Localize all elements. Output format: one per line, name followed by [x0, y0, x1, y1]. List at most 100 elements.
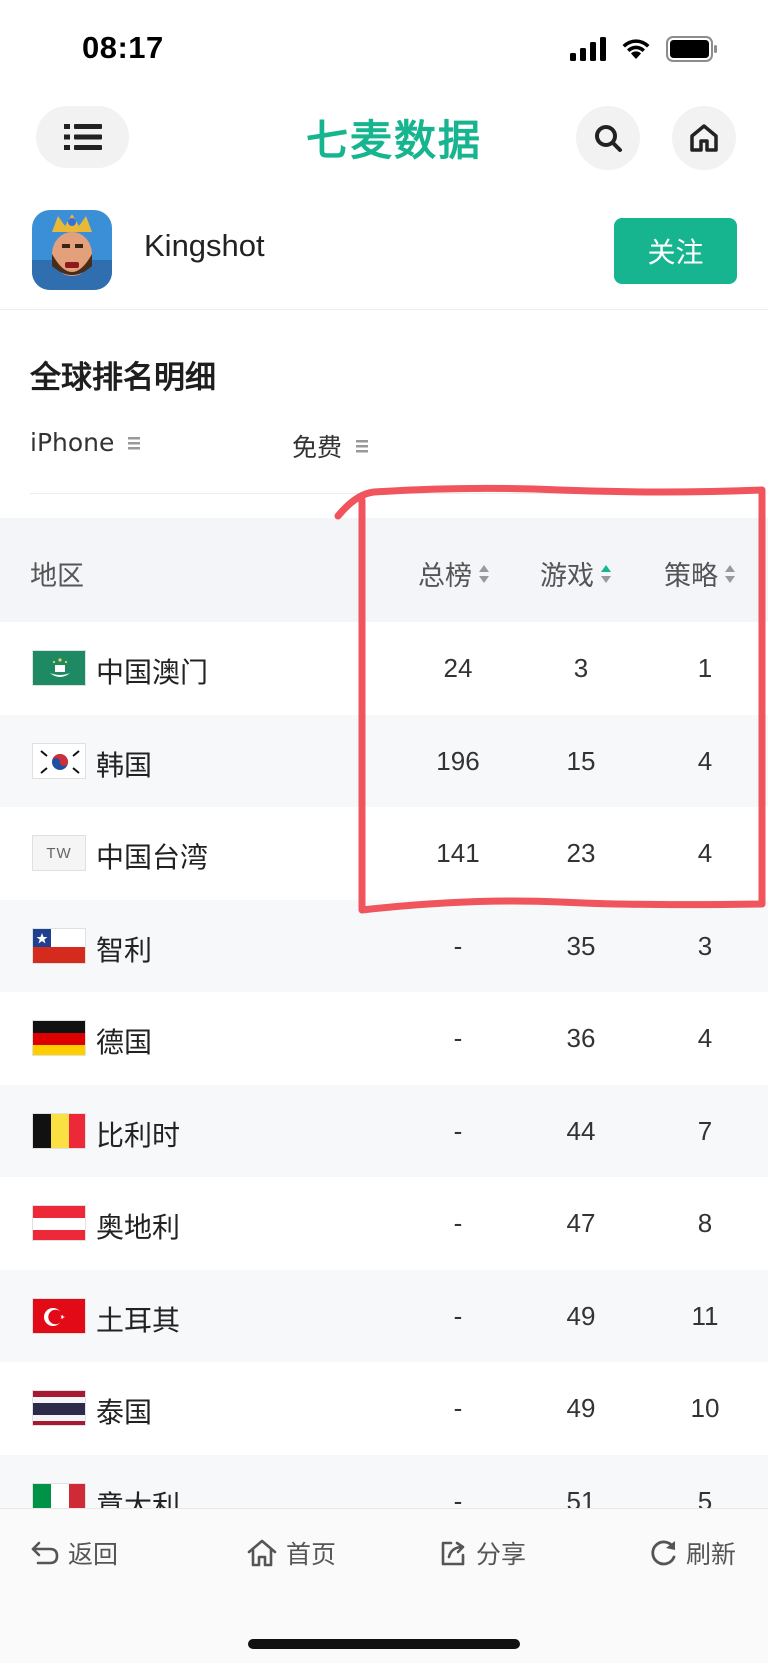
column-header-game[interactable]: 游戏: [540, 554, 612, 593]
refresh-icon: [651, 1540, 676, 1566]
column-header-game-label: 游戏: [540, 561, 594, 592]
total-rank: -: [453, 1023, 463, 1053]
table-row[interactable]: 奥地利 - 47 8: [0, 1177, 768, 1270]
home-label: 首页: [286, 1540, 337, 1569]
total-rank: -: [453, 1300, 463, 1331]
total-rank: -: [453, 1208, 463, 1238]
game-rank: 23: [566, 838, 596, 868]
table-row[interactable]: 韩国 196 15 4: [0, 714, 768, 807]
search-icon: [595, 125, 622, 152]
follow-button[interactable]: 关注: [614, 218, 737, 284]
sort-active-icon: [601, 564, 611, 583]
battery-icon: [666, 36, 717, 62]
total-rank: -: [453, 930, 463, 961]
strategy-rank: 8: [697, 1208, 713, 1238]
device-filter[interactable]: iPhone: [30, 428, 141, 457]
type-filter[interactable]: 免费: [292, 428, 369, 464]
flag-korea-icon: [32, 742, 86, 779]
region-name: 智利: [96, 933, 153, 967]
strategy-rank: 10: [690, 1393, 720, 1423]
game-rank: 49: [566, 1393, 596, 1423]
home-button[interactable]: [672, 106, 736, 170]
region-name: 土耳其: [96, 1303, 181, 1337]
flag-germany-icon: [32, 1020, 86, 1056]
table-row[interactable]: 土耳其 - 49 11: [0, 1269, 768, 1362]
column-header-total-label: 总榜: [418, 561, 472, 592]
bottom-toolbar: 返回 首页 分享 刷新: [0, 1508, 768, 1663]
total-rank: 196: [436, 745, 480, 776]
game-rank: 35: [566, 930, 596, 961]
region-name: 奥地利: [96, 1211, 181, 1244]
strategy-rank: 4: [697, 1023, 713, 1053]
column-header-region: 地区: [30, 554, 84, 593]
search-button[interactable]: [576, 106, 640, 170]
game-rank: 15: [566, 745, 596, 776]
strategy-rank: 1: [697, 653, 713, 683]
game-rank: 49: [566, 1300, 596, 1331]
home-icon: [247, 1539, 277, 1567]
device-filter-label: iPhone: [30, 428, 115, 457]
region-name: 中国澳门: [96, 656, 209, 689]
status-bar: 08:17: [0, 0, 768, 100]
back-label: 返回: [68, 1540, 119, 1569]
column-header-region-label: 地区: [30, 561, 84, 592]
region-name: 比利时: [96, 1118, 181, 1152]
strategy-rank: 7: [697, 1115, 713, 1146]
share-icon: [441, 1541, 465, 1566]
region-name: 泰国: [96, 1396, 153, 1429]
wifi-icon: [622, 39, 650, 59]
table-row[interactable]: 泰国 - 49 10: [0, 1362, 768, 1455]
total-rank: -: [453, 1393, 463, 1423]
game-rank: 44: [566, 1115, 596, 1146]
table-row[interactable]: 德国 - 36 4: [0, 992, 768, 1085]
strategy-rank: 4: [697, 745, 713, 776]
filter-lines-icon: [128, 436, 141, 449]
region-name: 韩国: [96, 748, 153, 782]
refresh-button[interactable]: 刷新: [648, 1535, 736, 1571]
status-time: 08:17: [82, 30, 164, 65]
share-button[interactable]: 分享: [438, 1535, 526, 1571]
nav-bar: 七麦数据: [0, 104, 768, 172]
share-label: 分享: [476, 1540, 527, 1569]
flag-turkey-icon: [32, 1297, 86, 1334]
game-rank: 36: [566, 1023, 596, 1053]
table-row[interactable]: 智利 - 35 3: [0, 899, 768, 992]
back-arrow-icon: [31, 1541, 59, 1565]
brand-logo[interactable]: 七麦数据: [296, 112, 492, 165]
table-header: 地区 总榜 游戏 策略: [0, 518, 768, 622]
table-body: 中国澳门 24 3 1 韩国 196 15 4 TW 中国台湾 141 23 4 智利 - 35 3 德国 - 36 4…: [0, 622, 768, 1547]
kingshot-icon: [32, 210, 112, 290]
section-title: 全球排名明细: [30, 360, 216, 396]
table-row[interactable]: TW 中国台湾 141 23 4: [0, 807, 768, 900]
back-button[interactable]: 返回: [30, 1535, 118, 1571]
total-rank: -: [453, 1115, 463, 1146]
region-name: 德国: [96, 1026, 153, 1059]
strategy-rank: 3: [697, 930, 713, 961]
sort-icon: [725, 564, 735, 583]
home-tab-button[interactable]: 首页: [246, 1535, 336, 1571]
filter-lines-icon: [356, 440, 369, 453]
app-icon[interactable]: [32, 210, 112, 290]
strategy-rank: 11: [691, 1300, 719, 1331]
flag-chile-icon: [32, 927, 86, 964]
column-header-total[interactable]: 总榜: [418, 554, 490, 593]
flag-thailand-icon: [32, 1390, 86, 1426]
app-header: Kingshot 关注: [0, 200, 768, 310]
column-header-strategy[interactable]: 策略: [664, 554, 736, 593]
flag-tw-text-icon: TW: [32, 835, 86, 871]
home-icon: [690, 124, 718, 152]
list-menu-icon: [63, 124, 102, 150]
table-row[interactable]: 比利时 - 44 7: [0, 1084, 768, 1177]
menu-button[interactable]: [36, 106, 129, 168]
status-icons: [570, 36, 718, 62]
type-filter-label: 免费: [292, 433, 343, 462]
column-header-strategy-label: 策略: [664, 561, 718, 592]
flag-austria-icon: [32, 1205, 86, 1241]
table-row[interactable]: 中国澳门 24 3 1: [0, 622, 768, 715]
region-name: 中国台湾: [96, 841, 209, 874]
strategy-rank: 4: [697, 838, 713, 868]
sort-icon: [479, 564, 489, 583]
signal-icon: [570, 37, 606, 61]
home-indicator: [248, 1639, 520, 1649]
refresh-label: 刷新: [686, 1540, 737, 1569]
